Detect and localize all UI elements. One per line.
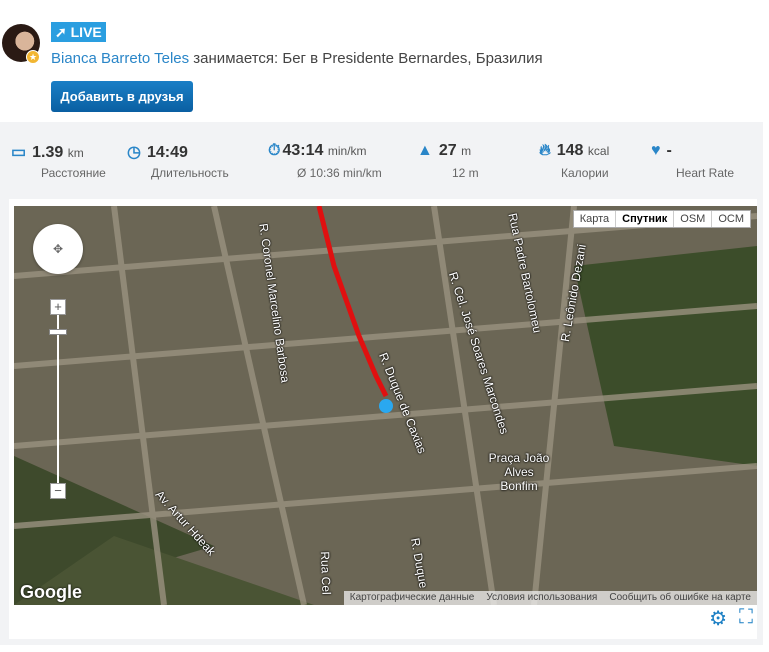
stat-distance: ▭ 1.39 km: [11, 144, 84, 161]
map-imagery: [14, 206, 757, 605]
zoom-out-button[interactable]: −: [50, 483, 66, 499]
stat-pace: ⏱ 43:14 min/km: [268, 142, 367, 159]
street-label: Rua Cel: [317, 551, 334, 595]
star-badge-icon: ★: [26, 50, 40, 64]
stat-pace-avg: Ø 10:36 min/km: [297, 166, 382, 180]
stat-elevation-sub: 12 m: [452, 166, 479, 180]
map-attribution: Картографические данные Условия использо…: [343, 591, 757, 605]
zoom-in-button[interactable]: +: [50, 299, 66, 315]
stat-heart-rate-label: Heart Rate: [676, 166, 735, 180]
stat-calories-label: Калории: [561, 166, 609, 180]
map-data-link[interactable]: Картографические данные: [344, 591, 481, 605]
heart-rate-icon: ♥: [651, 142, 661, 159]
place-label: Praça João Alves Bonfim: [488, 451, 550, 493]
map-type-switcher: Карта Спутник OSM OCM: [572, 210, 751, 228]
zoom-control: + −: [49, 299, 67, 499]
user-name-link[interactable]: Bianca Barreto Teles: [51, 50, 189, 67]
stat-elevation: ▲ 27 m: [417, 142, 472, 159]
stat-heart-rate: ♥ -: [651, 142, 672, 159]
pace-icon: ⏱: [268, 142, 281, 159]
pan-control[interactable]: ✥: [33, 224, 83, 274]
map-type-map[interactable]: Карта: [574, 211, 615, 227]
zoom-slider-handle[interactable]: [49, 329, 67, 335]
map-container: R. Duque de Caxias Praça João Alves Bonf…: [9, 199, 757, 639]
map-type-satellite[interactable]: Спутник: [615, 211, 673, 227]
satellite-map[interactable]: R. Duque de Caxias Praça João Alves Bonf…: [14, 206, 757, 605]
zoom-slider-track[interactable]: [57, 315, 59, 483]
map-type-ocm[interactable]: OCM: [711, 211, 750, 227]
live-badge: ➚ LIVE: [51, 22, 106, 42]
settings-gear-icon[interactable]: ⚙: [709, 606, 727, 631]
stat-duration-label: Длительность: [151, 166, 229, 180]
report-error-link[interactable]: Сообщить об ошибке на карте: [603, 591, 757, 605]
stat-distance-label: Расстояние: [41, 166, 106, 180]
flame-icon: 🔥︎: [539, 142, 551, 159]
position-marker: [379, 399, 393, 413]
ruler-icon: ▭: [11, 144, 27, 161]
activity-headline: Bianca Barreto Teles занимается: Бег в P…: [51, 50, 543, 67]
stat-duration: ◷ 14:49: [127, 144, 188, 161]
map-tools: ⚙ ⛶: [709, 606, 753, 631]
stats-panel: ▭ 1.39 km Расстояние ◷ 14:49 Длительность …: [0, 122, 763, 645]
add-friend-button[interactable]: Добавить в друзья: [51, 81, 193, 112]
live-icon: ➚: [55, 24, 67, 40]
stat-calories: 🔥︎ 148 kcal: [539, 142, 610, 159]
fullscreen-icon[interactable]: ⛶: [739, 606, 753, 631]
terms-link[interactable]: Условия использования: [480, 591, 603, 605]
elevation-icon: ▲: [417, 142, 433, 159]
google-logo: Google: [20, 582, 82, 602]
clock-icon: ◷: [127, 144, 141, 161]
map-type-osm[interactable]: OSM: [673, 211, 711, 227]
